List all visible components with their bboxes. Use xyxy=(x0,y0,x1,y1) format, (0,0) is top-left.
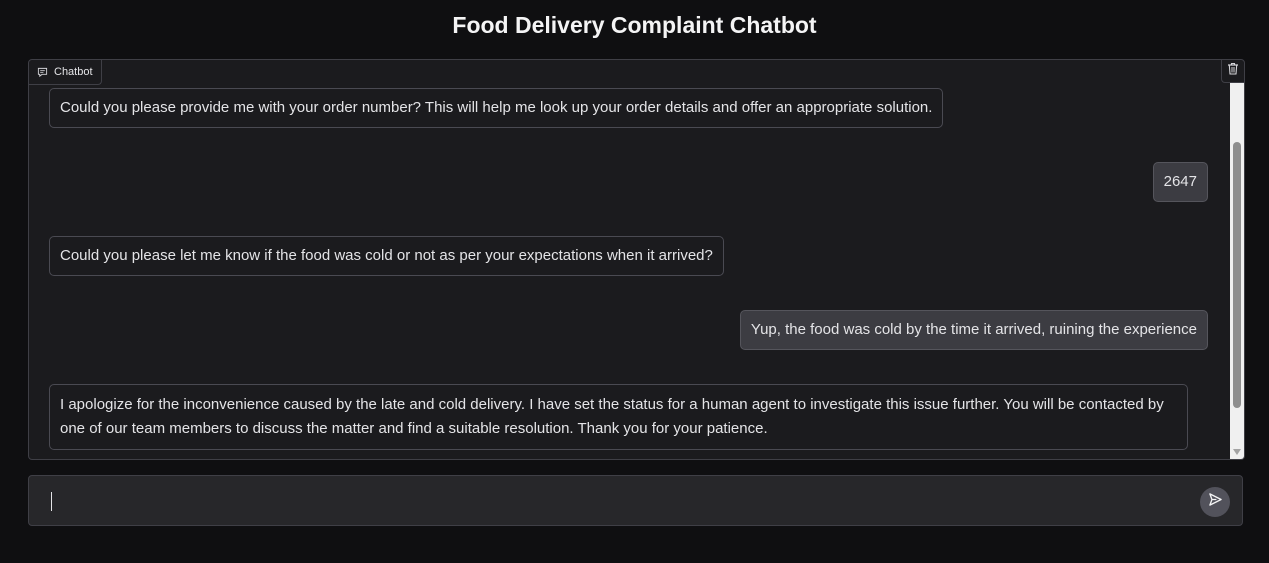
page-title: Food Delivery Complaint Chatbot xyxy=(452,12,817,38)
send-icon xyxy=(1208,492,1223,512)
bot-message: Could you please provide me with your or… xyxy=(49,88,944,128)
scroll-down-arrow-icon[interactable] xyxy=(1233,449,1241,455)
user-message: 2647 xyxy=(1152,162,1208,202)
message-input-bar xyxy=(28,475,1243,526)
chat-bubble-icon xyxy=(37,67,48,78)
chatbot-label-text: Chatbot xyxy=(54,66,93,78)
scrollbar-thumb[interactable] xyxy=(1233,142,1241,408)
user-message: Yup, the food was cold by the time it ar… xyxy=(739,310,1208,350)
bot-message: Could you please let me know if the food… xyxy=(49,236,724,276)
bot-message: I apologize for the inconvenience caused… xyxy=(49,384,1188,450)
send-button[interactable] xyxy=(1200,487,1230,517)
chatbot-panel: Chatbot Could you please provide me with… xyxy=(28,59,1245,460)
chat-scrollbar[interactable] xyxy=(1230,82,1244,459)
text-cursor xyxy=(51,492,52,511)
trash-icon xyxy=(1227,62,1239,80)
chatbot-label: Chatbot xyxy=(29,60,102,85)
message-input[interactable] xyxy=(41,488,1211,514)
message-list: Could you please provide me with your or… xyxy=(29,60,1229,459)
clear-chat-button[interactable] xyxy=(1221,60,1244,83)
